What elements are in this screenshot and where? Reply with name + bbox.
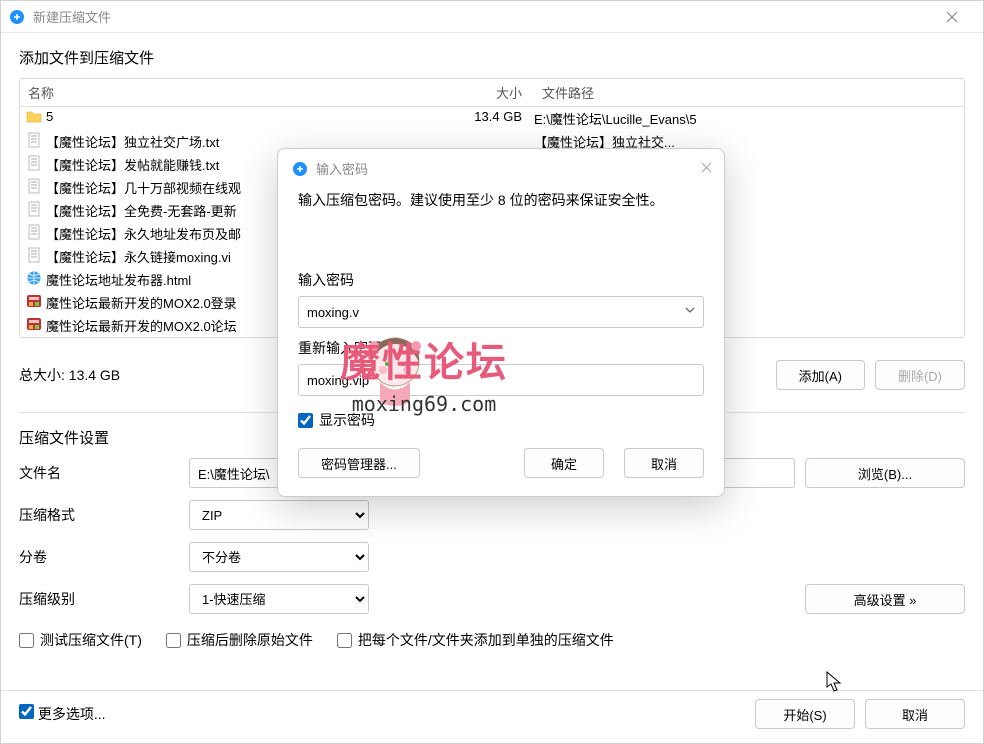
more-options-checkbox[interactable] [19, 704, 34, 719]
test-checkbox[interactable] [19, 633, 34, 648]
delete-button[interactable]: 删除(D) [875, 360, 965, 390]
split-select[interactable]: 不分卷 [189, 542, 369, 572]
delete-checkbox-label[interactable]: 压缩后删除原始文件 [166, 630, 313, 650]
format-select[interactable]: ZIP [189, 500, 369, 530]
password-dialog: 输入密码 输入压缩包密码。建议使用至少 8 位的密码来保证安全性。 输入密码 重… [277, 148, 725, 497]
level-label: 压缩级别 [19, 589, 179, 609]
filename-label: 文件名 [19, 463, 179, 483]
password-hint: 输入压缩包密码。建议使用至少 8 位的密码来保证安全性。 [298, 190, 704, 210]
file-icon [26, 270, 42, 286]
dialog-close-icon[interactable] [701, 161, 712, 176]
window-title: 新建压缩文件 [33, 7, 111, 26]
delete-checkbox[interactable] [166, 633, 181, 648]
file-row[interactable]: 513.4 GBE:\魔性论坛\Lucille_Evans\5 [20, 107, 964, 130]
file-icon [26, 247, 42, 263]
file-list-header: 名称 大小 文件路径 [20, 79, 964, 107]
file-icon [26, 109, 42, 125]
file-path: E:\魔性论坛\Lucille_Evans\5 [534, 109, 964, 128]
file-icon [26, 178, 42, 194]
repassword-label: 重新输入密码 [298, 338, 704, 358]
browse-button[interactable]: 浏览(B)... [805, 458, 965, 488]
ok-button[interactable]: 确定 [524, 448, 604, 478]
file-icon [26, 132, 42, 148]
password-manager-button[interactable]: 密码管理器... [298, 448, 420, 478]
show-password-label: 显示密码 [319, 410, 375, 430]
app-icon [9, 9, 25, 25]
more-options-label[interactable]: 更多选项... [19, 704, 106, 724]
dialog-titlebar: 输入密码 [278, 149, 724, 186]
dialog-title: 输入密码 [316, 159, 368, 178]
file-name: 5 [46, 109, 434, 128]
test-checkbox-label[interactable]: 测试压缩文件(T) [19, 630, 142, 650]
file-icon [26, 316, 42, 332]
repassword-input[interactable] [298, 364, 704, 396]
close-icon[interactable] [929, 1, 975, 33]
file-icon [26, 224, 42, 240]
level-select[interactable]: 1-快速压缩 [189, 584, 369, 614]
titlebar: 新建压缩文件 [1, 1, 983, 33]
total-size-label: 总大小: 13.4 GB [19, 365, 120, 385]
cancel-button[interactable]: 取消 [865, 699, 965, 729]
col-path[interactable]: 文件路径 [534, 79, 964, 106]
dialog-app-icon [292, 161, 308, 177]
file-size: 13.4 GB [434, 109, 534, 128]
format-label: 压缩格式 [19, 505, 179, 525]
file-icon [26, 201, 42, 217]
advanced-button[interactable]: 高级设置 » [805, 584, 965, 614]
file-icon [26, 293, 42, 309]
separate-checkbox-label[interactable]: 把每个文件/文件夹添加到单独的压缩文件 [337, 630, 614, 650]
password-label: 输入密码 [298, 270, 704, 290]
split-label: 分卷 [19, 547, 179, 567]
start-button[interactable]: 开始(S) [755, 699, 855, 729]
section-add-label: 添加文件到压缩文件 [19, 47, 965, 68]
dialog-cancel-button[interactable]: 取消 [624, 448, 704, 478]
add-button[interactable]: 添加(A) [776, 360, 865, 390]
show-password-checkbox[interactable] [298, 413, 313, 428]
col-size[interactable]: 大小 [434, 79, 534, 106]
col-name[interactable]: 名称 [20, 79, 434, 106]
file-icon [26, 155, 42, 171]
separate-checkbox[interactable] [337, 633, 352, 648]
password-input[interactable] [298, 296, 704, 328]
